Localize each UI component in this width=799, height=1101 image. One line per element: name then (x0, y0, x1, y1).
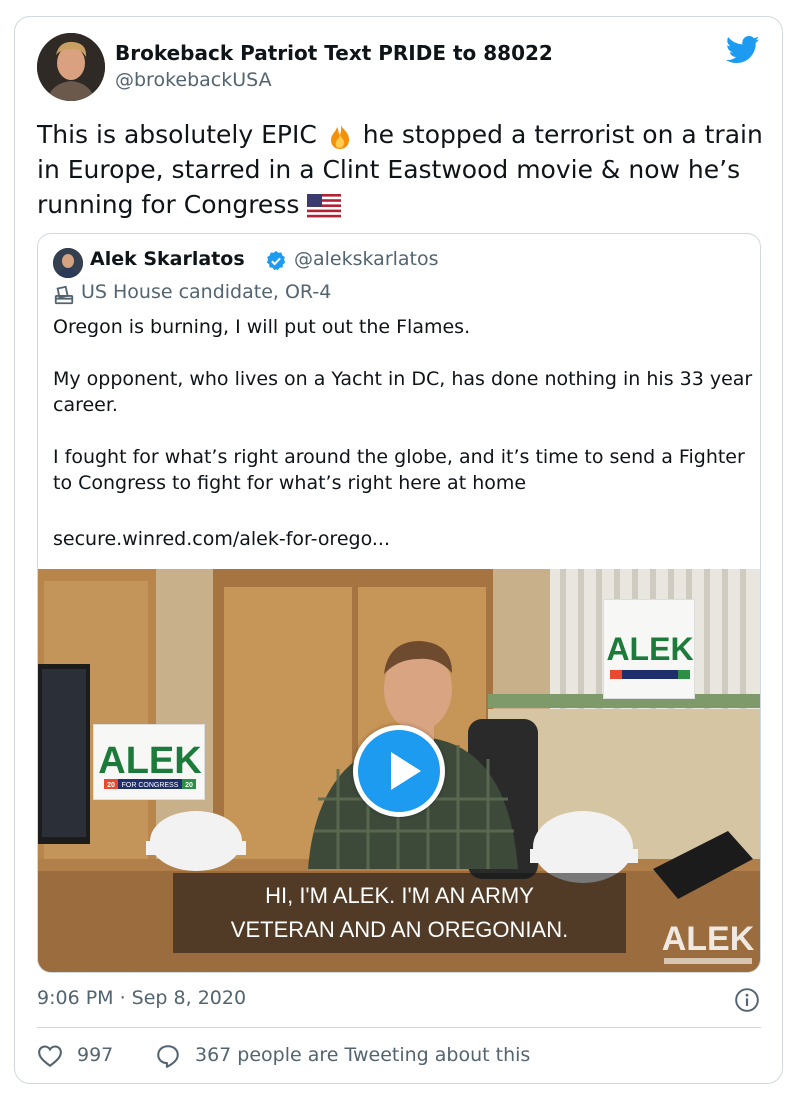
ballot-box-icon (54, 285, 74, 305)
author-name[interactable]: Brokeback Patriot Text PRIDE to 88022 (115, 41, 553, 65)
tweet-card[interactable]: Brokeback Patriot Text PRIDE to 88022 @b… (14, 16, 783, 1084)
quoted-paragraph: Oregon is burning, I will put out the Fl… (53, 316, 471, 338)
speech-bubble-icon[interactable] (155, 1043, 181, 1069)
tweeting-about-count[interactable]: 367 people are Tweeting about this (195, 1044, 530, 1066)
us-flag-emoji-icon (307, 194, 342, 218)
divider (37, 1027, 761, 1028)
quoted-paragraph: I fought for what’s right around the glo… (53, 446, 745, 494)
tweet-text-part1: This is absolutely EPIC (37, 120, 325, 149)
info-icon[interactable] (734, 987, 760, 1013)
sign-year-b: 20 (185, 782, 193, 789)
verified-badge-icon (266, 250, 286, 271)
tweet-text: This is absolutely EPIC he stopped a ter… (37, 117, 767, 222)
sign-text: ALEK (606, 631, 693, 667)
video-player[interactable]: ALEK FOR CONGRESS 20 20 ALEK ALEK HI, I'… (38, 569, 760, 972)
sign-sub: FOR CONGRESS (122, 782, 179, 789)
heart-icon[interactable] (37, 1044, 63, 1068)
video-subtitle: HI, I'M ALEK. I'M AN ARMY VETERAN AND AN… (173, 873, 626, 953)
author-avatar[interactable] (37, 33, 105, 101)
subtitle-line-1: HI, I'M ALEK. I'M AN ARMY (265, 883, 534, 908)
like-count[interactable]: 997 (77, 1044, 113, 1066)
quoted-tweet[interactable]: Alek Skarlatos @alekskarlatos US House c… (37, 233, 761, 973)
author-handle[interactable]: @brokebackUSA (115, 69, 272, 91)
sign-year-a: 20 (107, 782, 115, 789)
quoted-paragraph: My opponent, who lives on a Yacht in DC,… (53, 368, 753, 416)
quoted-author-avatar[interactable] (53, 248, 83, 278)
sign-text: ALEK (98, 740, 202, 782)
tweet-timestamp[interactable]: 9:06 PM · Sep 8, 2020 (37, 987, 246, 1009)
campaign-watermark: ALEK (658, 914, 758, 972)
fire-emoji-icon (330, 123, 349, 149)
campaign-sign-left: ALEK FOR CONGRESS 20 20 (93, 724, 205, 800)
watermark-text: ALEK (662, 920, 755, 958)
play-button[interactable] (353, 725, 445, 817)
campaign-link[interactable]: secure.winred.com/alek-for-orego... (53, 528, 390, 550)
quoted-author-handle[interactable]: @alekskarlatos (294, 248, 439, 270)
subtitle-line-2: VETERAN AND AN OREGONIAN. (230, 917, 569, 942)
candidate-label: US House candidate, OR-4 (81, 281, 332, 303)
campaign-sign-right: ALEK (603, 599, 695, 699)
twitter-bird-icon[interactable] (726, 35, 760, 65)
quoted-tweet-text: Oregon is burning, I will put out the Fl… (53, 314, 753, 496)
quoted-author-name[interactable]: Alek Skarlatos (90, 248, 245, 270)
